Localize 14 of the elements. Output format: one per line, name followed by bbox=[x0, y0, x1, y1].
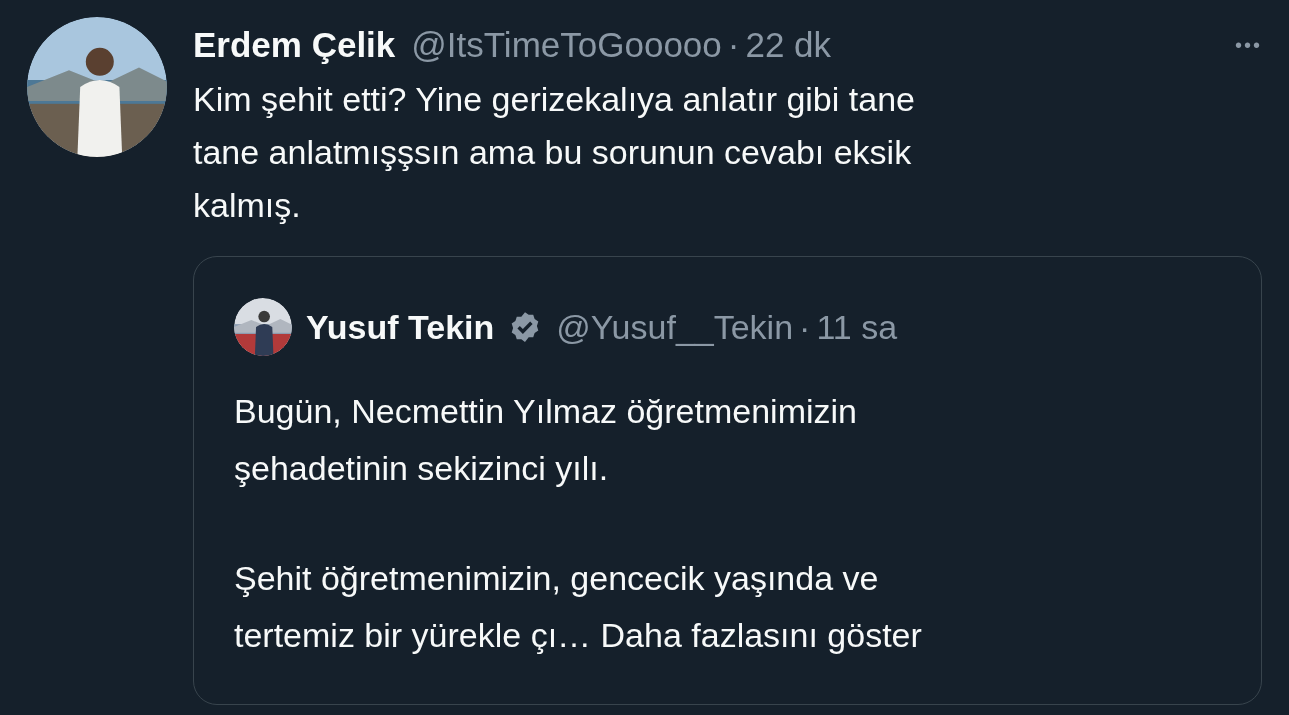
author-handle[interactable]: @ItsTimeToGooooo bbox=[411, 18, 722, 72]
timestamp: 11 sa bbox=[816, 306, 898, 348]
quoted-author-handle: @Yusuf__Tekin bbox=[556, 306, 794, 348]
separator: · bbox=[799, 306, 811, 348]
more-button[interactable]: ••• bbox=[1235, 30, 1262, 60]
show-more-link[interactable]: Daha fazlasını göster bbox=[600, 616, 922, 654]
timestamp[interactable]: 22 dk bbox=[745, 18, 832, 72]
quoted-author-name: Yusuf Tekin bbox=[306, 306, 495, 348]
quoted-tweet-text: Şehit öğretmenimizin, gencecik yaşında ve tertemiz bir yürekle çı… Daha fazlasını göster bbox=[234, 558, 923, 656]
separator: · bbox=[727, 23, 740, 66]
tweet-text: Kim şehit etti? Yine gerizekalıya anlatır gibi tane tane anlatmışşsın ama bu sorunun cevabı eksik kalmış. bbox=[193, 79, 916, 226]
quoted-tweet-card[interactable]: Yusuf Tekin @Yusuf__Tekin · 11 sa Bugün, Necmettin Yılmaz öğretmenimizin şehadetinin sekizinci yılı. Şehit öğretmenimizin, gencecik yaşında ve tertemiz bir yürekle çı… Daha fazlasını göster bbox=[193, 256, 1262, 705]
quoted-tweet-text: Bugün, Necmettin Yılmaz öğretmenimizin şehadetinin sekizinci yılı. bbox=[234, 391, 858, 489]
author-name[interactable]: Erdem Çelik bbox=[193, 18, 396, 72]
